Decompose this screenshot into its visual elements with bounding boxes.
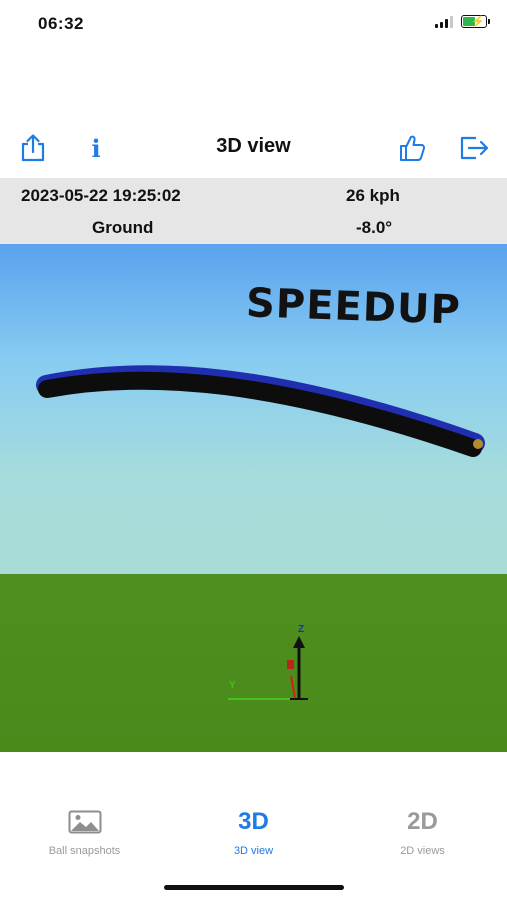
shot-speed: 26 kph xyxy=(346,186,400,205)
shot-angle: -8.0° xyxy=(356,218,393,237)
shot-datetime: 2023-05-22 19:25:02 xyxy=(21,186,181,205)
ball-end-marker xyxy=(473,439,483,449)
red-marker xyxy=(287,660,294,669)
nav-bar: i 3D view xyxy=(0,120,507,176)
like-button[interactable] xyxy=(396,132,428,164)
tab-3d-view[interactable]: 3D 3D view xyxy=(169,805,338,857)
exit-button[interactable] xyxy=(458,132,490,164)
ground xyxy=(0,574,507,752)
status-time: 06:32 xyxy=(38,14,84,33)
home-indicator[interactable] xyxy=(164,885,344,890)
cellular-signal-icon xyxy=(435,15,453,28)
speedup-overlay-text: SPEEDUP xyxy=(245,280,462,334)
image-icon xyxy=(68,810,101,834)
exit-icon xyxy=(460,136,489,160)
shot-surface: Ground xyxy=(92,218,154,237)
tab-2d-views[interactable]: 2D 2D views xyxy=(338,805,507,857)
status-icons: ⚡ xyxy=(435,15,490,28)
tab-bar: Ball snapshots 3D 3D view 2D 2D views xyxy=(0,805,507,875)
page-title: 3D view xyxy=(216,135,291,157)
tab-label: 3D view xyxy=(233,845,274,857)
battery-charging-icon: ⚡ xyxy=(461,15,490,28)
thumbs-up-icon xyxy=(400,135,426,161)
z-axis-label: Z xyxy=(298,624,305,635)
scene-3d-viewport[interactable]: SPEEDUP Z Y xyxy=(0,244,507,752)
shot-info-panel: 2023-05-22 19:25:02 26 kph Ground -8.0° xyxy=(0,178,507,244)
3d-icon: 3D xyxy=(238,808,269,835)
2d-icon: 2D xyxy=(407,808,438,835)
status-bar: 06:32 ⚡ xyxy=(0,0,507,50)
tab-ball-snapshots[interactable]: Ball snapshots xyxy=(0,805,169,857)
tab-label: 2D views xyxy=(400,845,445,857)
tab-label: Ball snapshots xyxy=(48,845,121,857)
y-axis-label: Y xyxy=(229,680,236,691)
